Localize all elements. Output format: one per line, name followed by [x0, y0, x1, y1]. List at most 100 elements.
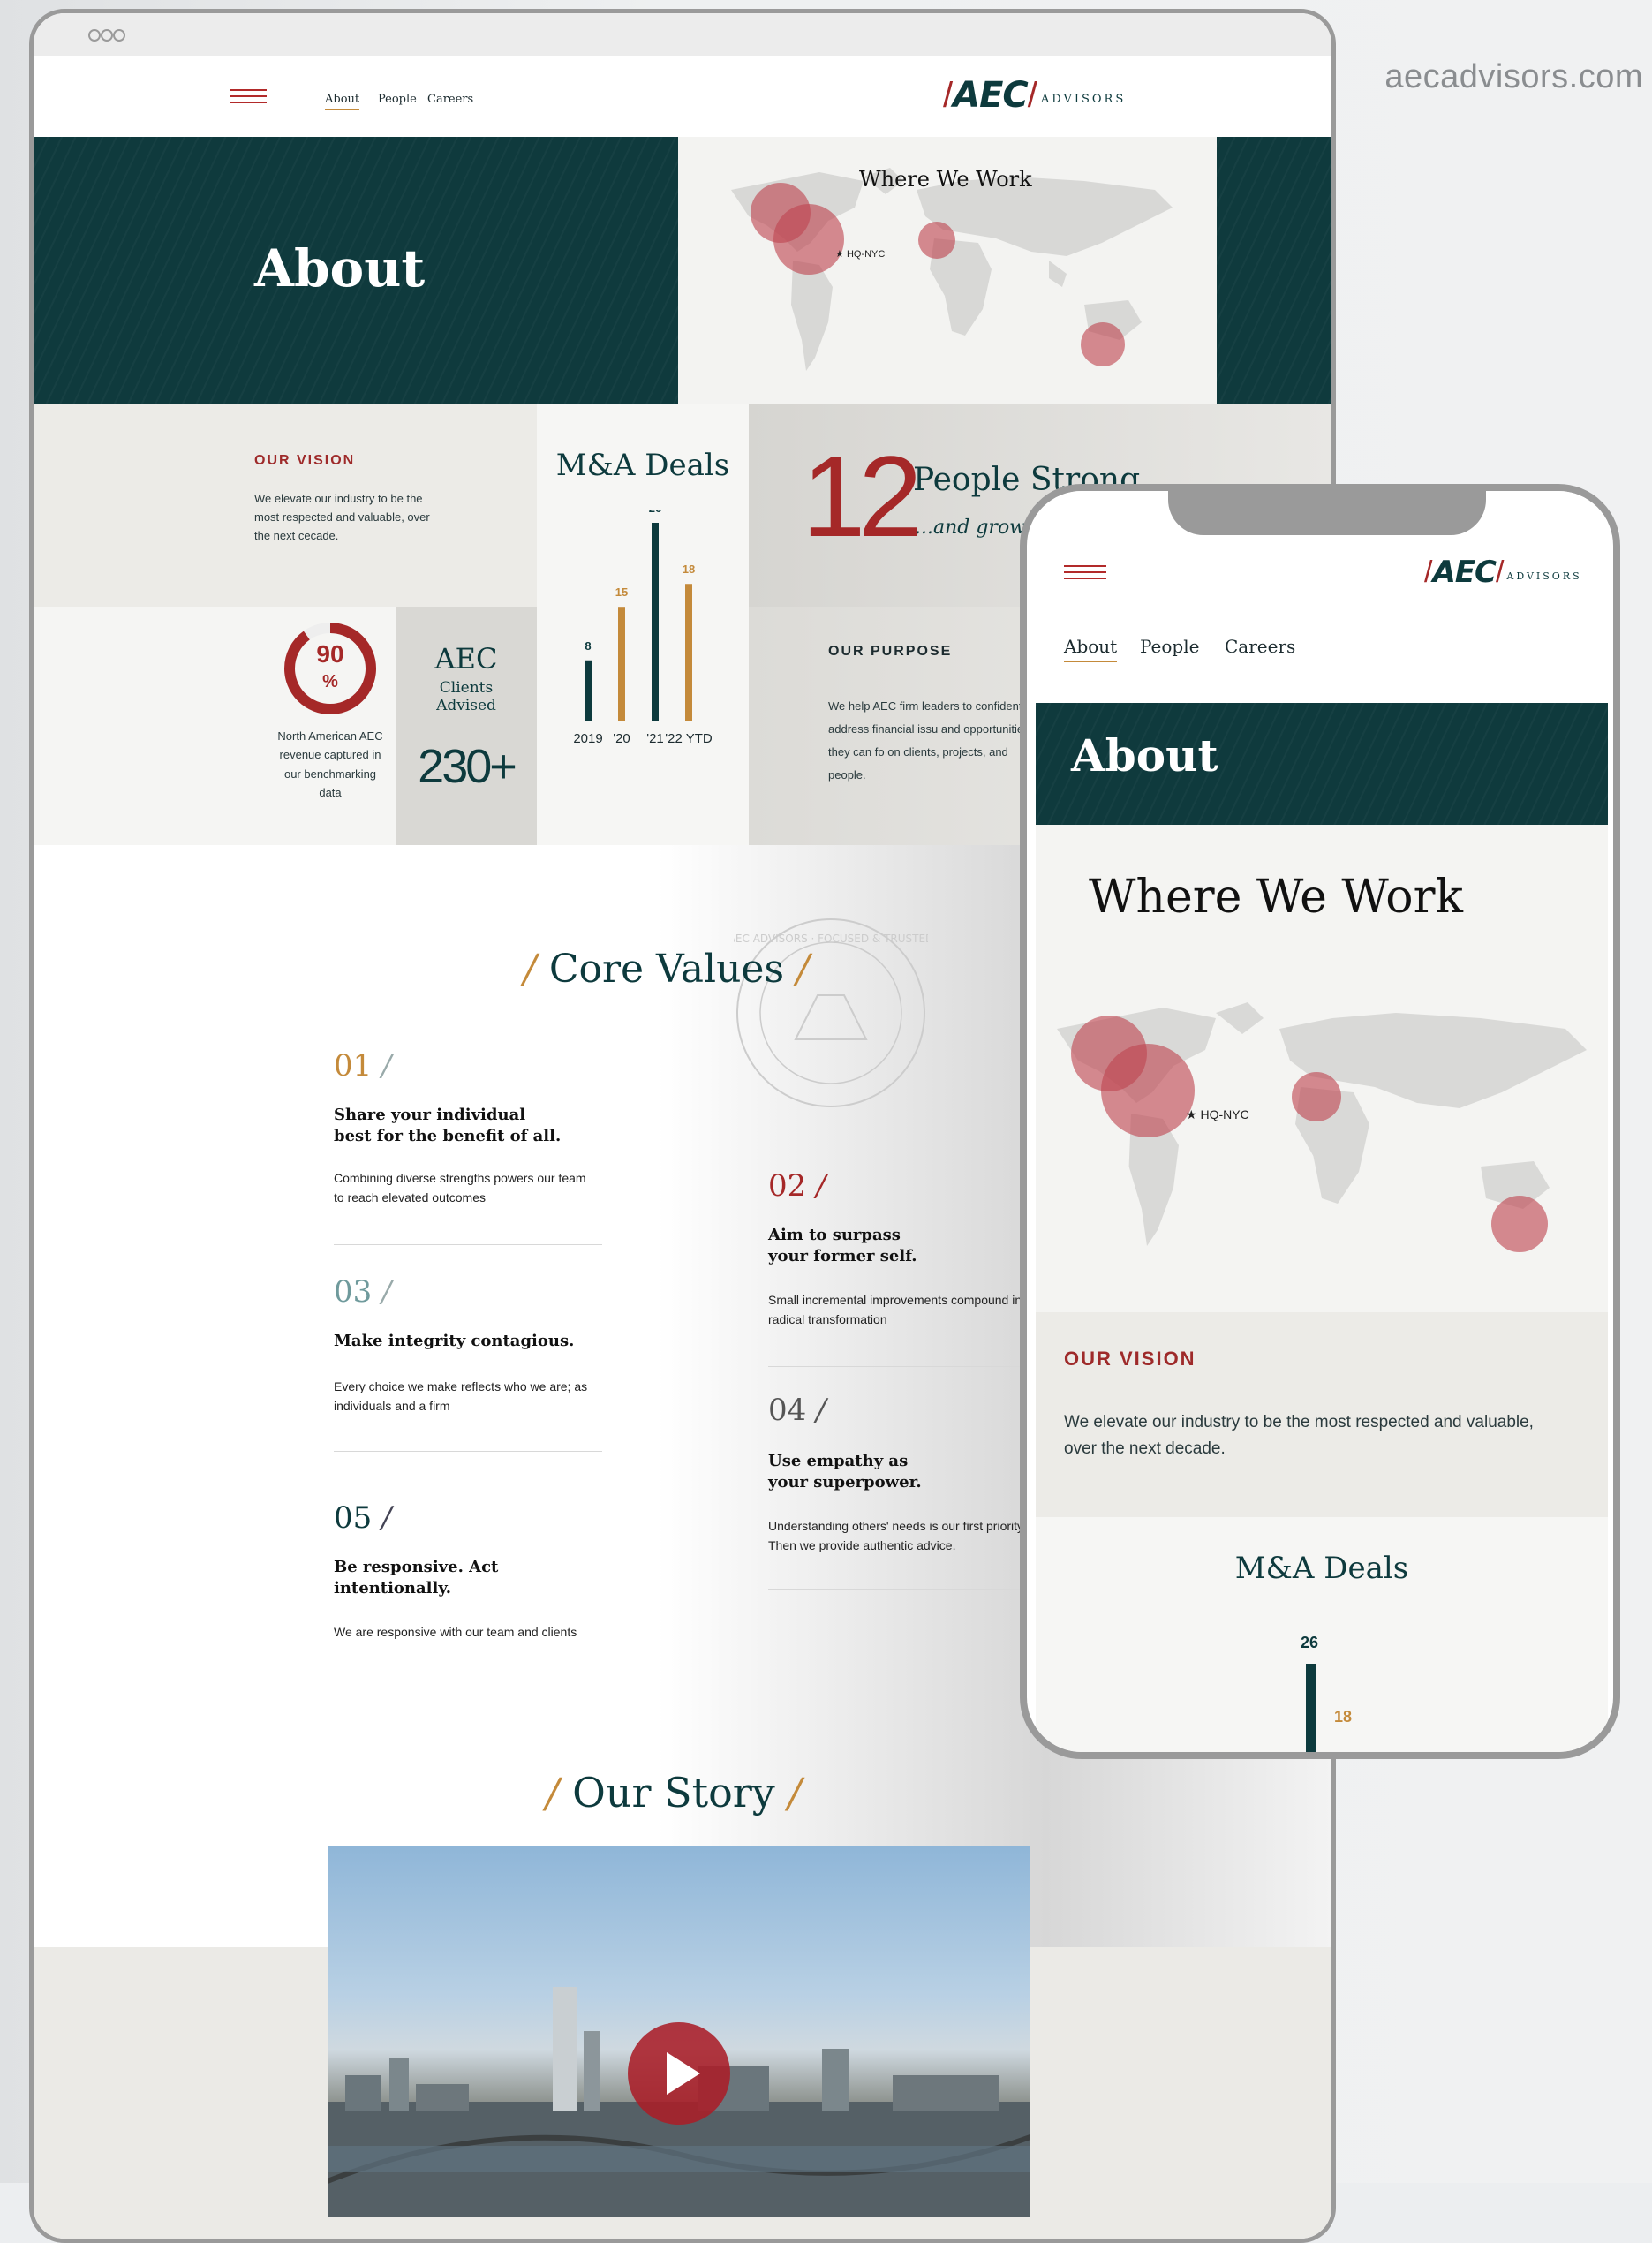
map-bubble	[918, 222, 955, 259]
mobile-map-title: Where We Work	[1089, 871, 1463, 924]
mobile-vision-label: OUR VISION	[1064, 1348, 1196, 1370]
value-number: 02 /	[768, 1168, 826, 1204]
mobile-page-title: About	[1071, 729, 1218, 782]
mobile-nav-careers[interactable]: Careers	[1225, 636, 1295, 657]
star-icon: ★	[835, 249, 844, 260]
nav-about[interactable]: About	[325, 93, 360, 110]
about-hero: About Where We Work ★ HQ-NYC	[34, 137, 1331, 404]
hq-label: HQ-NYC	[846, 249, 886, 260]
percent-ring	[284, 623, 376, 714]
mobile-hamburger-icon[interactable]	[1064, 565, 1106, 583]
mobile-map-section: Where We Work ★ HQ-NYC	[1036, 825, 1608, 1312]
value-title: Share your individual best for the benef…	[334, 1106, 562, 1146]
deal-year-label: '20	[613, 731, 630, 746]
people-number: 12	[802, 432, 923, 561]
deals-chart: M&A Deals 8 2019 15 '20 26 '21 18 '22 YTD	[537, 404, 749, 845]
site-url: aecadvisors.com	[1384, 58, 1643, 95]
deal-bar	[618, 607, 625, 721]
core-values-title-text: Core Values	[548, 947, 785, 992]
mobile-bar	[1306, 1664, 1316, 1752]
logo-aec-text: AEC	[1432, 555, 1496, 590]
percent-value: 90	[316, 640, 344, 668]
value-number: 04 /	[768, 1393, 826, 1428]
nav-people[interactable]: People	[378, 93, 417, 106]
nav-careers[interactable]: Careers	[427, 93, 473, 106]
window-dot[interactable]	[113, 29, 125, 42]
value-number: 03 /	[334, 1274, 392, 1310]
hq-label: HQ-NYC	[1200, 1107, 1249, 1122]
mobile-about-hero: About	[1036, 703, 1608, 825]
value-desc: Every choice we make reflects who we are…	[334, 1379, 588, 1414]
deal-value-label: 26	[649, 510, 661, 515]
page-title: About	[254, 238, 426, 298]
revenue-stat: 90 % North American AEC revenue captured…	[34, 607, 396, 845]
phone-notch	[1168, 491, 1486, 535]
percent-caption: North American AEC revenue captured in o…	[277, 729, 383, 800]
chart-title: M&A Deals	[555, 448, 730, 483]
vision-section: OUR VISION We elevate our industry to be…	[34, 404, 537, 607]
map-bubble	[1292, 1072, 1341, 1122]
value-title: Use empathy as your superpower.	[768, 1452, 922, 1492]
clients-stat: AEC Clients Advised 230+	[396, 607, 537, 845]
value-title: Aim to surpass your former self.	[768, 1226, 917, 1266]
aec-logo[interactable]: / AEC / ADVISORS	[943, 75, 1126, 116]
logo-slash-icon: /	[943, 75, 954, 115]
value-desc: Combining diverse strengths powers our t…	[334, 1171, 586, 1205]
mobile-nav-people[interactable]: People	[1140, 636, 1199, 657]
world-map-panel: Where We Work ★ HQ-NYC	[678, 137, 1217, 404]
value-title: Make integrity contagious.	[334, 1332, 575, 1350]
percent-sign: %	[322, 672, 338, 691]
deal-year-label: 2019	[573, 731, 602, 746]
value-desc: Small incremental improvements compound …	[768, 1293, 1032, 1327]
mobile-chart-title: M&A Deals	[1234, 1551, 1409, 1586]
mobile-vision-section: OUR VISION We elevate our industry to be…	[1036, 1312, 1608, 1517]
logo-advisors-text: ADVISORS	[1506, 570, 1582, 582]
divider	[334, 1244, 602, 1245]
mobile-bar-label: 26	[1301, 1634, 1319, 1651]
deal-bar	[585, 660, 592, 721]
mobile-aec-logo[interactable]: / AEC / ADVISORS	[1424, 555, 1582, 590]
deal-bar	[685, 584, 692, 721]
deal-value-label: 18	[683, 563, 695, 576]
clients-sub: Clients Advised	[436, 679, 496, 715]
map-bubble	[1101, 1044, 1195, 1137]
window-dot[interactable]	[101, 29, 113, 42]
deal-year-label: '22 YTD	[665, 731, 713, 746]
window-dot[interactable]	[88, 29, 101, 42]
map-bubble	[773, 204, 844, 275]
map-title: Where We Work	[859, 167, 1032, 192]
seal-watermark-icon: AEC ADVISORS · FOCUSED & TRUSTED	[734, 918, 928, 1107]
logo-slash-icon: /	[1027, 75, 1037, 115]
purpose-text: We help AEC firm leaders to confidently …	[828, 699, 1048, 782]
divider	[768, 1589, 1033, 1590]
logo-advisors-text: ADVISORS	[1040, 92, 1127, 106]
story-title: / Our Story /	[546, 1769, 802, 1816]
value-desc: We are responsive with our team and clie…	[334, 1625, 577, 1639]
logo-aec-text: AEC	[953, 75, 1029, 116]
mobile-hq-marker: ★ HQ-NYC	[1186, 1107, 1249, 1122]
deal-year-label: '21	[646, 731, 664, 746]
story-video[interactable]	[328, 1846, 1030, 2217]
people-sub: ...and grow	[915, 517, 1027, 539]
vision-label: OUR VISION	[254, 453, 356, 468]
site-header: About People Careers / AEC / ADVISORS	[34, 56, 1331, 137]
mobile-deals-section: M&A Deals 26 18	[1036, 1517, 1608, 1752]
mobile-phone-frame: / AEC / ADVISORS About People Careers Ab…	[1020, 484, 1620, 1759]
divider	[768, 1366, 1033, 1367]
divider	[334, 1451, 602, 1452]
mobile-nav-about[interactable]: About	[1064, 636, 1118, 662]
map-bubble	[1491, 1196, 1548, 1252]
value-title: Be responsive. Act intentionally.	[334, 1558, 499, 1598]
deal-value-label: 8	[585, 639, 591, 653]
vision-text: We elevate our industry to be the most r…	[254, 492, 430, 542]
deal-value-label: 15	[615, 585, 628, 599]
value-number: 05 /	[334, 1500, 392, 1536]
story-title-text: Our Story	[572, 1769, 775, 1816]
clients-value: 230+	[418, 740, 517, 793]
hamburger-menu-icon[interactable]	[230, 89, 267, 107]
play-button[interactable]	[628, 2022, 730, 2125]
star-icon: ★	[1186, 1107, 1197, 1122]
svg-text:AEC ADVISORS · FOCUSED & TRUST: AEC ADVISORS · FOCUSED & TRUSTED	[734, 933, 928, 945]
value-desc: Understanding others' needs is our first…	[768, 1519, 1026, 1553]
deal-bar	[652, 523, 659, 721]
